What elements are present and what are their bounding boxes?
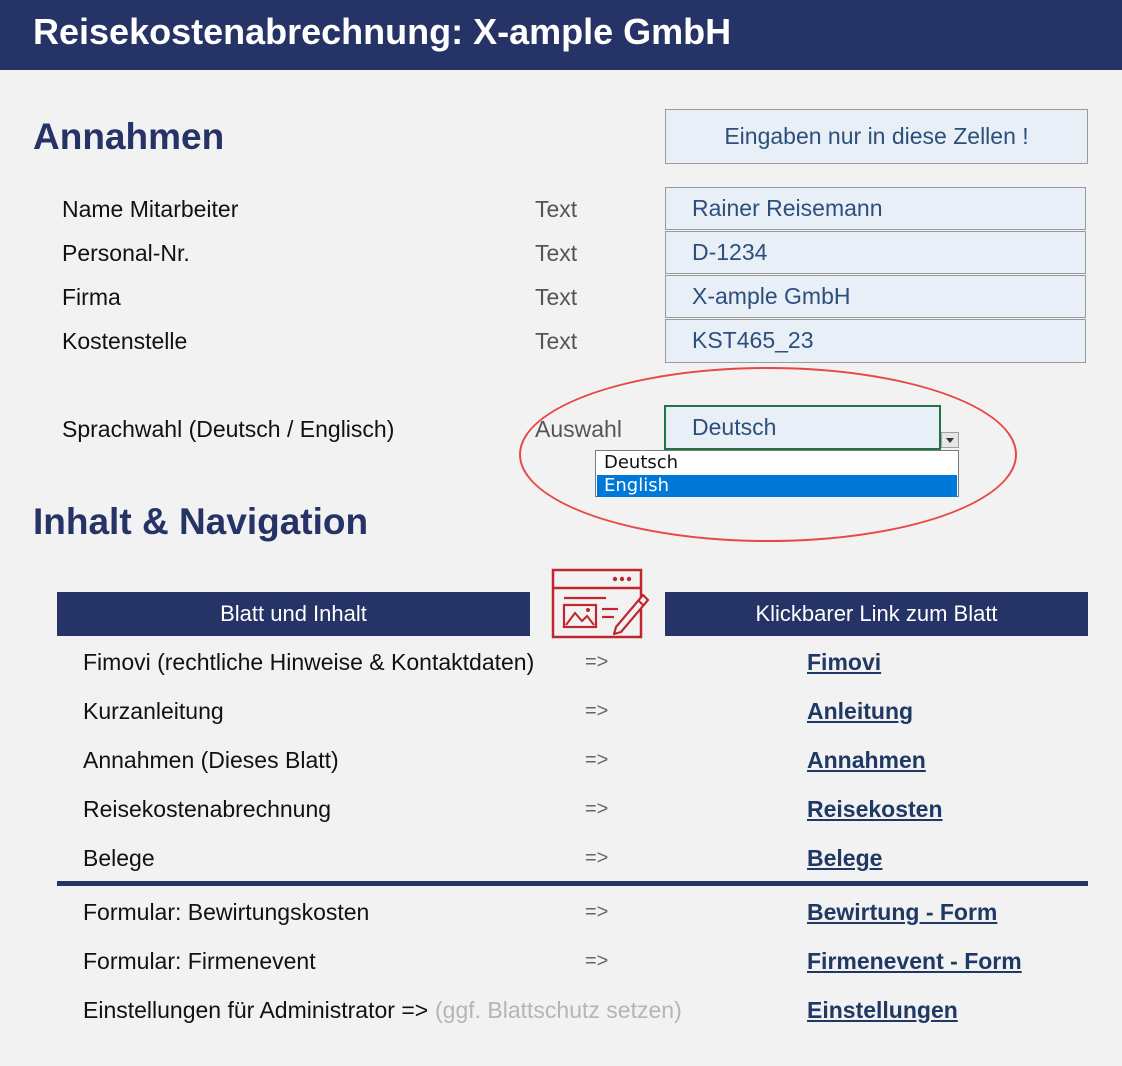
nav-arrow: => [585, 651, 609, 673]
nav-row-label-belege: Belege [83, 845, 155, 871]
link-firmenevent-form[interactable]: Firmenevent - Form [807, 946, 1022, 976]
nav-row-label-fimovi: Fimovi (rechtliche Hinweise & Kontaktdat… [83, 649, 535, 675]
nav-arrow: => [585, 847, 609, 869]
table-header-sheet-link: Klickbarer Link zum Blatt [665, 592, 1088, 636]
link-fimovi[interactable]: Fimovi [807, 647, 881, 677]
nav-row-label-bewirtung: Formular: Bewirtungskosten [83, 899, 370, 925]
link-annahmen[interactable]: Annahmen [807, 745, 926, 775]
field-type-cost-center: Text [535, 328, 578, 354]
field-label-company: Firma [62, 284, 121, 310]
nav-arrow: => [585, 901, 609, 923]
highlight-ellipse [519, 367, 1017, 542]
personnel-number-input[interactable]: D-1234 [665, 231, 1086, 274]
nav-row-label-reisekosten: Reisekostenabrechnung [83, 796, 332, 822]
nav-arrow: => [585, 798, 609, 820]
field-label-language: Sprachwahl (Deutsch / Englisch) [62, 416, 395, 442]
nav-arrow: => [585, 700, 609, 722]
web-form-edit-icon [551, 568, 650, 639]
page-title: Reisekostenabrechnung: X-ample GmbH [33, 11, 732, 52]
field-type-company: Text [535, 284, 578, 310]
link-bewirtung-form[interactable]: Bewirtung - Form [807, 897, 997, 927]
company-input[interactable]: X-ample GmbH [665, 275, 1086, 318]
link-einstellungen[interactable]: Einstellungen [807, 995, 958, 1025]
link-belege[interactable]: Belege [807, 843, 882, 873]
nav-row-label-kurzanleitung: Kurzanleitung [83, 698, 224, 724]
field-label-personnel-number: Personal-Nr. [62, 240, 190, 266]
admin-note: (ggf. Blattschutz setzen) [435, 997, 682, 1023]
field-label-name: Name Mitarbeiter [62, 196, 239, 222]
nav-arrow: => [585, 950, 609, 972]
input-hint-box: Eingaben nur in diese Zellen ! [665, 109, 1088, 164]
nav-row-label-firmenevent: Formular: Firmenevent [83, 948, 316, 974]
employee-name-input[interactable]: Rainer Reisemann [665, 187, 1086, 230]
field-type-name: Text [535, 196, 578, 222]
field-label-cost-center: Kostenstelle [62, 328, 188, 354]
nav-row-label-admin: Einstellungen für Administrator => [83, 997, 429, 1023]
section-divider [57, 881, 1088, 886]
link-reisekosten[interactable]: Reisekosten [807, 794, 943, 824]
link-anleitung[interactable]: Anleitung [807, 696, 913, 726]
nav-arrow: => [585, 749, 609, 771]
cost-center-input[interactable]: KST465_23 [665, 319, 1086, 363]
section-heading-annahmen: Annahmen [33, 116, 225, 157]
nav-row-label-annahmen: Annahmen (Dieses Blatt) [83, 747, 339, 773]
section-heading-navigation: Inhalt & Navigation [33, 501, 369, 542]
field-type-personnel-number: Text [535, 240, 578, 266]
table-header-sheet-content: Blatt und Inhalt [57, 592, 530, 636]
